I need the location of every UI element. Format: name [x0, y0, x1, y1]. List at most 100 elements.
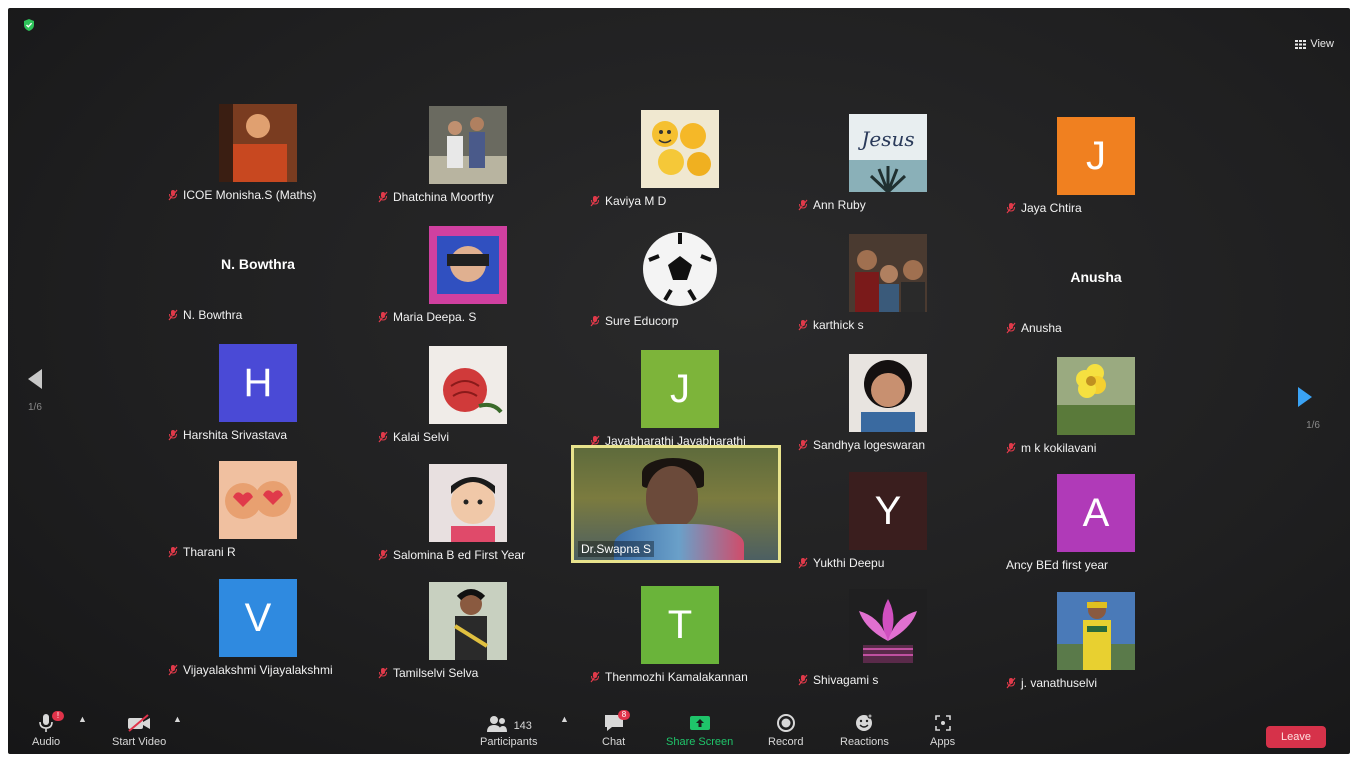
participant-tile[interactable]: Tharani R	[158, 455, 358, 567]
page-indicator-right: 1/6	[1306, 420, 1320, 431]
apps-button[interactable]: Apps	[930, 713, 955, 748]
participants-icon	[486, 716, 507, 732]
avatar-initial: A	[1082, 490, 1110, 535]
avatar-photo	[429, 226, 507, 304]
participant-tile[interactable]: Dhatchina Moorthy	[368, 100, 568, 212]
avatar-photo	[429, 464, 507, 542]
participant-tile[interactable]: Jesus Ann Ruby	[788, 108, 988, 220]
video-camera-off-icon	[128, 714, 151, 732]
participant-tile[interactable]: Kaviya M D	[580, 104, 780, 216]
participant-label: Vijayalakshmi Vijayalakshmi	[168, 663, 333, 677]
avatar-photo	[429, 106, 507, 184]
chat-button[interactable]: Chat 8	[602, 710, 630, 748]
participant-label: Shivagami s	[798, 673, 878, 687]
participant-tile[interactable]: J Jayabharathi Jayabharathi	[580, 344, 780, 456]
participant-label: Kaviya M D	[590, 194, 666, 208]
participant-label: Ancy BEd first year	[1006, 558, 1108, 572]
participant-label: Kalai Selvi	[378, 430, 449, 444]
participant-name: Ann Ruby	[813, 198, 866, 212]
record-button[interactable]: Record	[768, 713, 803, 748]
share-screen-label: Share Screen	[666, 736, 734, 748]
chat-unread-badge: 8	[618, 710, 630, 720]
participant-tile[interactable]: Tamilselvi Selva	[368, 576, 568, 688]
avatar-letter: J	[641, 350, 719, 428]
participant-tile[interactable]: Salomina B ed First Year	[368, 458, 568, 570]
video-options-caret[interactable]: ▲	[173, 714, 182, 724]
active-speaker-tile[interactable]: Dr.Swapna S	[571, 445, 781, 563]
participant-name: Harshita Srivastava	[183, 428, 288, 442]
start-video-button[interactable]: Start Video	[112, 713, 166, 748]
participant-tile[interactable]: V Vijayalakshmi Vijayalakshmi	[158, 573, 358, 685]
muted-microphone-icon	[798, 674, 808, 686]
audio-options-caret[interactable]: ▲	[78, 714, 87, 724]
participant-label: Anusha	[1006, 321, 1062, 335]
muted-microphone-icon	[168, 309, 178, 321]
audio-alert-badge: !	[52, 711, 64, 721]
muted-microphone-icon	[1006, 322, 1016, 334]
participant-name: j. vanathuselvi	[1021, 676, 1098, 690]
participant-tile[interactable]: T Thenmozhi Kamalakannan	[580, 580, 780, 692]
participant-label: Salomina B ed First Year	[378, 548, 525, 562]
avatar-photo	[429, 346, 507, 424]
muted-microphone-icon	[590, 195, 600, 207]
participant-tile[interactable]: j. vanathuselvi	[996, 586, 1196, 698]
participant-name: Sandhya logeswaran	[813, 438, 926, 452]
participant-tile[interactable]: m k kokilavani	[996, 351, 1196, 463]
participant-tile[interactable]: Sure Educorp	[580, 224, 780, 336]
avatar-photo	[1057, 592, 1135, 670]
participant-display-name: Anusha	[1070, 269, 1122, 285]
participant-tile[interactable]: A Ancy BEd first year	[996, 468, 1196, 580]
encryption-shield-icon[interactable]	[22, 18, 36, 32]
participant-tile[interactable]: H Harshita Srivastava	[158, 338, 358, 450]
record-icon	[776, 714, 795, 732]
participant-label: Ann Ruby	[798, 198, 866, 212]
leave-button[interactable]: Leave	[1266, 726, 1326, 748]
avatar-photo: Jesus	[849, 114, 927, 192]
audio-button[interactable]: Audio !	[32, 711, 64, 748]
participant-tile[interactable]: Kalai Selvi	[368, 340, 568, 452]
participants-label: Participants	[480, 736, 538, 748]
record-label: Record	[768, 736, 804, 748]
avatar-initial: Y	[874, 488, 902, 533]
avatar-photo	[849, 234, 927, 312]
participant-tile[interactable]: Anusha Anusha	[996, 231, 1196, 343]
participant-label: Jaya Chtira	[1006, 201, 1082, 215]
reactions-button[interactable]: Reactions	[840, 713, 889, 748]
page-indicator-left: 1/6	[28, 402, 42, 413]
muted-microphone-icon	[168, 189, 178, 201]
participant-name: N. Bowthra	[183, 308, 243, 322]
participant-tile[interactable]: Maria Deepa. S	[368, 220, 568, 332]
avatar-letter: J	[1057, 117, 1135, 195]
participant-label: Tharani R	[168, 545, 236, 559]
participant-name: Tamilselvi Selva	[393, 666, 479, 680]
participant-label: Harshita Srivastava	[168, 428, 287, 442]
participant-tile[interactable]: J Jaya Chtira	[996, 111, 1196, 223]
reactions-smiley-icon	[856, 713, 874, 731]
participant-tile[interactable]: Sandhya logeswaran	[788, 348, 988, 460]
participant-tile[interactable]: Y Yukthi Deepu	[788, 466, 988, 578]
share-screen-icon	[689, 716, 710, 730]
next-page-arrow-icon[interactable]	[1296, 386, 1314, 408]
muted-microphone-icon	[1006, 202, 1016, 214]
muted-microphone-icon	[378, 667, 388, 679]
participant-name: Kaviya M D	[605, 194, 667, 208]
participant-name: Yukthi Deepu	[813, 556, 885, 570]
participant-tile[interactable]: N. Bowthra N. Bowthra	[158, 218, 358, 330]
share-screen-button[interactable]: Share Screen	[666, 713, 733, 748]
participant-label: j. vanathuselvi	[1006, 676, 1097, 690]
participant-tile[interactable]: Shivagami s	[788, 583, 988, 695]
participants-button[interactable]: 143 Participants	[480, 715, 537, 748]
avatar-photo	[641, 110, 719, 188]
participants-options-caret[interactable]: ▲	[560, 714, 569, 724]
view-button[interactable]: View	[1295, 38, 1334, 50]
participant-name: Dhatchina Moorthy	[393, 190, 494, 204]
avatar-letter: H	[219, 344, 297, 422]
avatar-letter: T	[641, 586, 719, 664]
previous-page-arrow-icon[interactable]	[26, 368, 44, 390]
avatar-photo	[429, 582, 507, 660]
participant-name: Vijayalakshmi Vijayalakshmi	[183, 663, 333, 677]
participant-name: Kalai Selvi	[393, 430, 450, 444]
participant-tile[interactable]: karthick s	[788, 228, 988, 340]
participant-tile[interactable]: ICOE Monisha.S (Maths)	[158, 98, 358, 210]
speaker-face	[646, 466, 698, 528]
